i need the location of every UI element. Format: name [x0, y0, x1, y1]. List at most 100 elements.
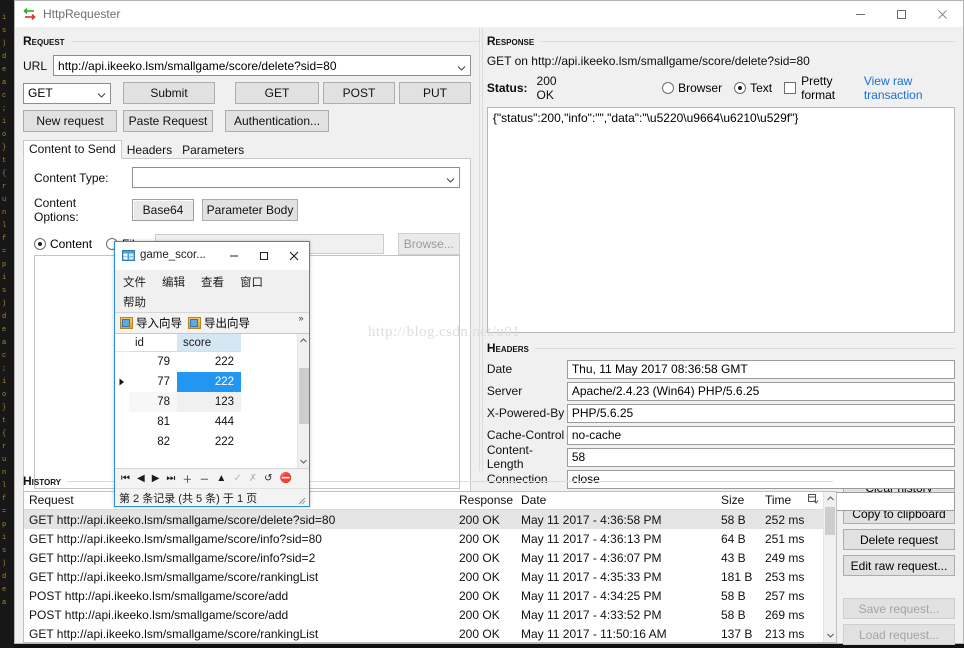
quick-post-button[interactable]: POST — [323, 82, 395, 104]
scroll-down-icon[interactable] — [824, 629, 836, 642]
table-row[interactable]: GET http://api.ikeeko.lsm/smallgame/scor… — [24, 548, 823, 567]
edit-raw-request-button[interactable]: Edit raw request... — [843, 555, 955, 576]
grid-column-header-id[interactable]: id — [129, 334, 177, 352]
grid-row[interactable]: 79 222 — [115, 352, 297, 372]
header-value[interactable]: Apache/2.4.23 (Win64) PHP/5.6.25 — [567, 382, 955, 401]
table-row[interactable]: GET http://api.ikeeko.lsm/smallgame/scor… — [24, 567, 823, 586]
nav-delete-record-icon[interactable]: － — [199, 471, 209, 486]
grid-column-header-score[interactable]: score — [177, 334, 241, 352]
quick-get-button[interactable]: GET — [235, 82, 319, 104]
grid-row[interactable]: 78 123 — [115, 392, 297, 412]
tab-content-to-send[interactable]: Content to Send — [23, 140, 122, 159]
content-type-select[interactable] — [132, 167, 460, 188]
menu-item-edit[interactable]: 编辑 — [162, 274, 185, 290]
url-input[interactable]: http://api.ikeeko.lsm/smallgame/score/de… — [53, 55, 471, 76]
column-header-response[interactable]: Response — [454, 492, 516, 509]
base64-button[interactable]: Base64 — [132, 199, 194, 221]
header-value[interactable]: 58 — [567, 448, 955, 467]
content-source-content-radio[interactable]: Content — [34, 237, 92, 251]
toolbar-overflow-icon[interactable]: » — [296, 314, 306, 323]
menu-item-window[interactable]: 窗口 — [240, 274, 263, 290]
delete-request-button[interactable]: Delete request — [843, 529, 955, 550]
window-titlebar[interactable]: HttpRequester — [15, 1, 963, 28]
pretty-format-checkbox[interactable]: Pretty format — [784, 74, 855, 102]
scroll-up-icon[interactable] — [298, 334, 309, 347]
chevron-down-icon[interactable] — [446, 173, 455, 182]
tab-headers[interactable]: Headers — [122, 142, 177, 159]
scroll-down-icon[interactable] — [298, 455, 309, 468]
grid-cell-score[interactable]: 123 — [177, 392, 241, 412]
minimize-button[interactable] — [840, 1, 881, 27]
paste-request-button[interactable]: Paste Request — [123, 110, 213, 132]
header-value[interactable]: PHP/5.6.25 — [567, 404, 955, 423]
menu-item-file[interactable]: 文件 — [123, 274, 146, 290]
child-maximize-button[interactable] — [249, 242, 279, 269]
grid-cell-id[interactable]: 79 — [129, 352, 177, 372]
grid-row[interactable]: 81 444 — [115, 412, 297, 432]
nav-apply-icon[interactable]: ▲ — [216, 473, 226, 484]
table-row[interactable]: GET http://api.ikeeko.lsm/smallgame/scor… — [24, 510, 823, 529]
table-row[interactable]: GET http://api.ikeeko.lsm/smallgame/scor… — [24, 529, 823, 548]
save-request-button[interactable]: Save request... — [843, 598, 955, 619]
child-close-button[interactable] — [279, 242, 309, 269]
submit-button[interactable]: Submit — [123, 82, 215, 104]
nav-refresh-icon[interactable]: ↺ — [264, 473, 272, 484]
tab-parameters[interactable]: Parameters — [177, 142, 249, 159]
import-wizard-button[interactable]: 导入向导 — [120, 315, 182, 331]
close-button[interactable] — [922, 1, 963, 27]
grid-scrollbar[interactable] — [297, 334, 309, 468]
view-mode-text-radio[interactable]: Text — [734, 81, 772, 95]
table-row[interactable]: GET http://api.ikeeko.lsm/smallgame/scor… — [24, 624, 823, 643]
nav-last-record-icon[interactable]: ⏭ — [166, 473, 175, 484]
export-wizard-button[interactable]: 导出向导 — [188, 315, 250, 331]
browse-button[interactable]: Browse... — [398, 233, 460, 255]
header-value[interactable]: Thu, 11 May 2017 08:36:58 GMT — [567, 360, 955, 379]
grid-cell-id[interactable]: 82 — [129, 432, 177, 452]
grid-cell-id[interactable]: 81 — [129, 412, 177, 432]
table-row[interactable]: POST http://api.ikeeko.lsm/smallgame/sco… — [24, 605, 823, 624]
chevron-down-icon[interactable] — [97, 89, 106, 98]
scroll-up-icon[interactable] — [824, 492, 836, 505]
grid-cell-score[interactable]: 222 — [177, 352, 241, 372]
view-raw-transaction-link[interactable]: View raw transaction — [864, 74, 955, 102]
nav-next-record-icon[interactable]: ▶ — [152, 473, 160, 484]
view-mode-browser-radio[interactable]: Browser — [662, 81, 722, 95]
column-header-date[interactable]: Date — [516, 492, 716, 509]
chevron-down-icon[interactable] — [457, 61, 466, 70]
nav-stop-icon[interactable]: ⛔ — [279, 473, 291, 484]
parameter-body-button[interactable]: Parameter Body — [202, 199, 298, 221]
history-scrollbar[interactable] — [823, 492, 836, 642]
maximize-button[interactable] — [881, 1, 922, 27]
header-value[interactable]: no-cache — [567, 426, 955, 445]
resize-grip-icon[interactable] — [298, 496, 306, 504]
method-select[interactable]: GET — [23, 83, 111, 104]
table-row[interactable]: POST http://api.ikeeko.lsm/smallgame/sco… — [24, 586, 823, 605]
screen: is)deac;io}t{runlf=pis)deac;io}t{runlf=p… — [0, 0, 964, 648]
load-request-button[interactable]: Load request... — [843, 624, 955, 645]
grid-cell-score[interactable]: 444 — [177, 412, 241, 432]
grid-row-current[interactable]: 77 222 — [115, 372, 297, 392]
grid-cell-id[interactable]: 77 — [129, 372, 177, 392]
nav-commit-icon[interactable]: ✓ — [233, 473, 241, 484]
child-window-titlebar[interactable]: game_scor... — [115, 242, 309, 270]
cell-date: May 11 2017 - 11:50:16 AM — [516, 627, 716, 641]
grid-row[interactable]: 82 222 — [115, 432, 297, 452]
grid-cell-score[interactable]: 222 — [177, 432, 241, 452]
authentication-button[interactable]: Authentication... — [225, 110, 329, 132]
nav-cancel-icon[interactable]: ✗ — [249, 473, 257, 484]
column-chooser-icon[interactable] — [808, 493, 819, 507]
nav-prev-record-icon[interactable]: ◀ — [137, 473, 145, 484]
nav-first-record-icon[interactable]: ⏮ — [121, 473, 130, 484]
response-body[interactable]: {"status":200,"info":"","data":"\u5220\u… — [487, 107, 955, 333]
quick-put-button[interactable]: PUT — [399, 82, 471, 104]
scroll-thumb[interactable] — [825, 507, 835, 535]
grid-cell-id[interactable]: 78 — [129, 392, 177, 412]
grid-cell-score-selected[interactable]: 222 — [177, 372, 241, 392]
nav-add-record-icon[interactable]: ＋ — [182, 471, 192, 486]
menu-item-help[interactable]: 帮助 — [123, 294, 146, 310]
new-request-button[interactable]: New request — [23, 110, 117, 132]
menu-item-view[interactable]: 查看 — [201, 274, 224, 290]
scroll-thumb[interactable] — [299, 368, 309, 424]
child-minimize-button[interactable] — [219, 242, 249, 269]
column-header-size[interactable]: Size — [716, 492, 760, 509]
